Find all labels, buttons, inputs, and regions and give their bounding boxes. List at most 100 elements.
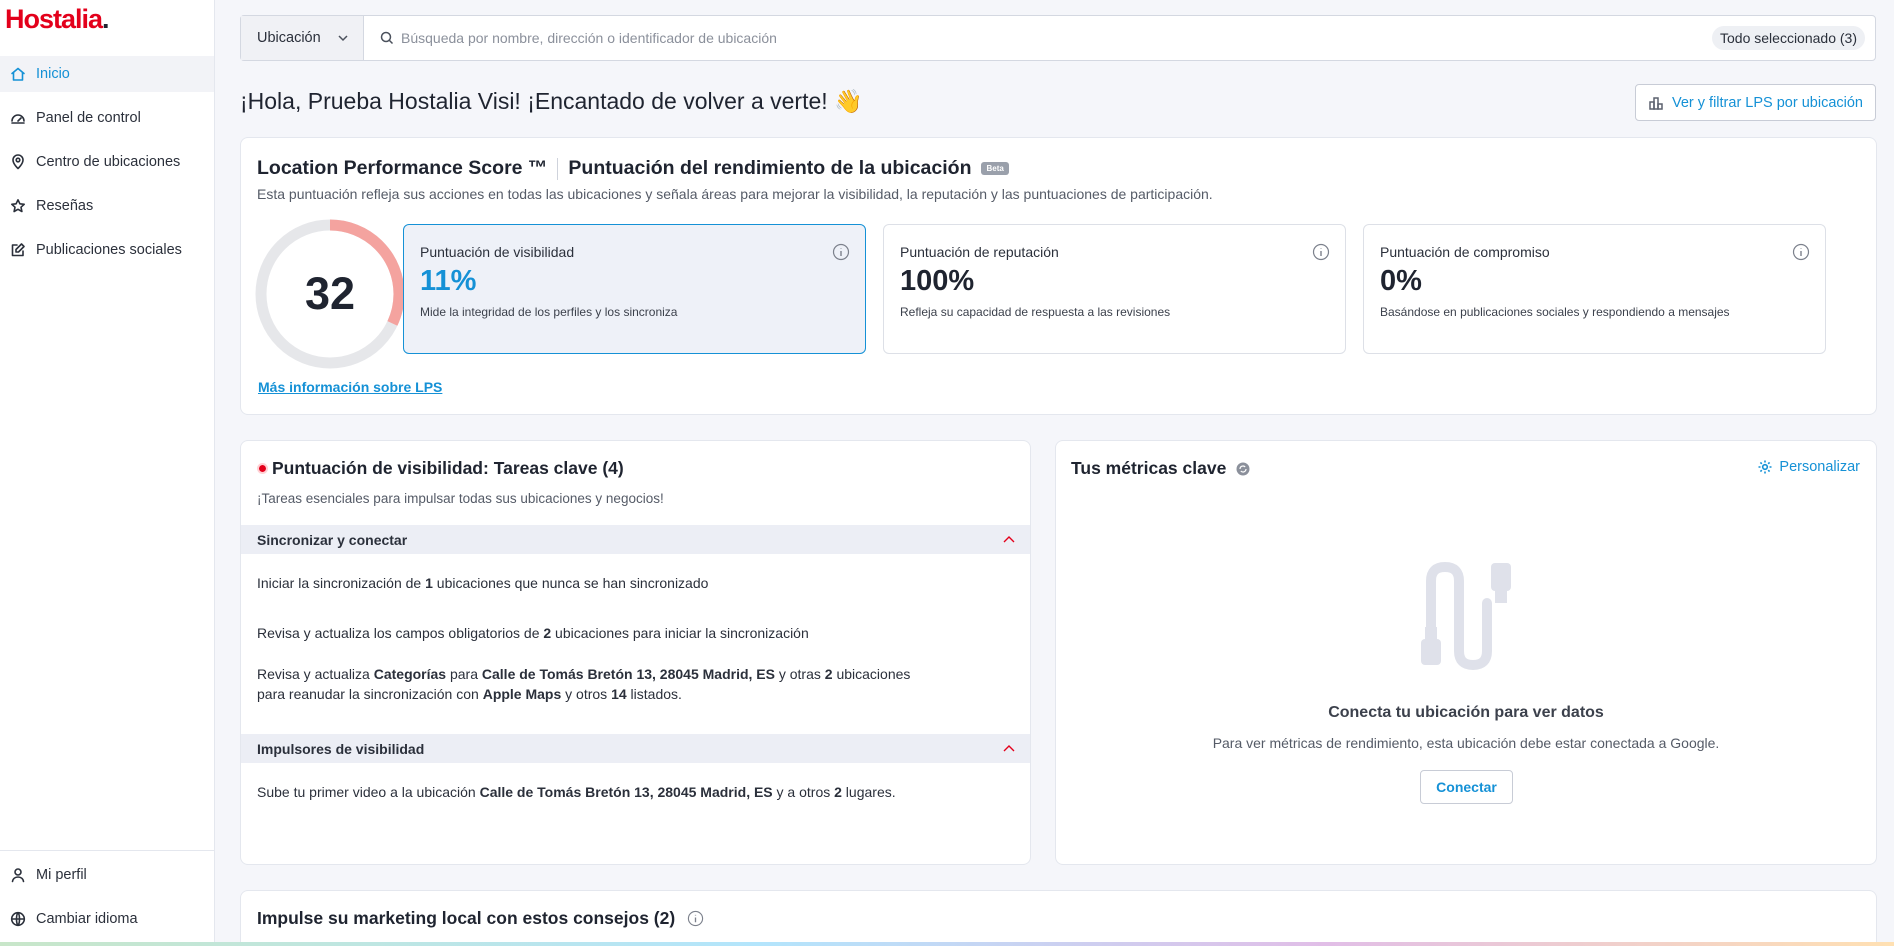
search-bar: Ubicación Todo seleccionado (3): [240, 15, 1876, 61]
greeting-heading: ¡Hola, Prueba Hostalia Visi! ¡Encantado …: [240, 88, 863, 115]
lps-score-value: 32: [304, 268, 356, 319]
connect-button[interactable]: Conectar: [1420, 770, 1513, 804]
chevron-down-icon: [338, 35, 348, 42]
wave-emoji: 👋: [834, 89, 863, 115]
reputation-score-card[interactable]: Puntuación de reputación 100% Refleja su…: [883, 224, 1346, 354]
location-pin-icon: [8, 152, 28, 172]
score-value: 11%: [420, 265, 477, 297]
task-item[interactable]: Revisa y actualiza Categorías para Calle…: [257, 665, 910, 704]
home-icon: [8, 64, 28, 84]
task-text: y a otros: [772, 784, 835, 800]
task-text: Revisa y actualiza: [257, 666, 374, 682]
info-icon[interactable]: [832, 243, 850, 261]
sidebar-item-mi-perfil[interactable]: Mi perfil: [0, 857, 214, 893]
customize-label: Personalizar: [1779, 459, 1860, 475]
section-title: Sincronizar y conectar: [257, 531, 408, 548]
task-count: 2: [824, 666, 833, 682]
search-input[interactable]: [401, 30, 1713, 46]
section-sync-connect[interactable]: Sincronizar y conectar: [241, 525, 1030, 554]
task-text: ubicaciones: [832, 666, 911, 682]
selection-badge[interactable]: Todo seleccionado (3): [1712, 26, 1865, 50]
score-value: 0%: [1380, 265, 1422, 297]
sidebar: Hostalia. Inicio Panel de control Centro…: [0, 0, 215, 946]
score-description: Basándose en publicaciones sociales y re…: [1380, 305, 1730, 319]
sidebar-item-cambiar-idioma[interactable]: Cambiar idioma: [0, 901, 214, 937]
sidebar-item-panel[interactable]: Panel de control: [0, 100, 214, 136]
tips-title-text: Impulse su marketing local con estos con…: [257, 908, 676, 928]
task-count: 2: [834, 784, 842, 800]
sync-icon[interactable]: [1236, 462, 1250, 476]
sidebar-item-label: Reseñas: [36, 198, 94, 214]
info-icon[interactable]: [687, 910, 704, 927]
sidebar-item-label: Mi perfil: [36, 867, 87, 883]
local-marketing-tips-card: Impulse su marketing local con estos con…: [240, 890, 1877, 946]
key-metrics-title: Tus métricas clave: [1071, 458, 1250, 479]
key-tasks-title: Puntuación de visibilidad: Tareas clave …: [257, 458, 624, 479]
bottom-strip: [0, 942, 1894, 946]
task-text: Iniciar la sincronización de: [257, 575, 426, 591]
key-tasks-subtitle: ¡Tareas esenciales para impulsar todas s…: [257, 491, 664, 506]
task-text: y otros: [561, 685, 612, 702]
task-text: para: [446, 666, 482, 682]
sidebar-item-publicaciones[interactable]: Publicaciones sociales: [0, 232, 214, 268]
sidebar-item-resenas[interactable]: Reseñas: [0, 188, 214, 224]
engagement-score-card[interactable]: Puntuación de compromiso 0% Basándose en…: [1363, 224, 1826, 354]
sidebar-item-ubicaciones[interactable]: Centro de ubicaciones: [0, 144, 214, 180]
task-listing: Apple Maps: [482, 685, 562, 702]
lps-description: Esta puntuación refleja sus acciones en …: [257, 186, 1213, 202]
info-icon[interactable]: [1312, 243, 1330, 261]
empty-state-description: Para ver métricas de rendimiento, esta u…: [1212, 735, 1720, 751]
visibility-score-card[interactable]: Puntuación de visibilidad 11% Mide la in…: [403, 224, 866, 354]
task-text: lugares.: [841, 784, 896, 800]
sidebar-divider: [0, 850, 214, 851]
search-type-dropdown[interactable]: Ubicación: [241, 16, 364, 60]
title-separator: [557, 157, 559, 180]
section-visibility-boosters[interactable]: Impulsores de visibilidad: [241, 734, 1030, 763]
lps-title-en: Location Performance Score ™: [257, 157, 548, 179]
gear-icon: [1758, 460, 1772, 474]
edit-post-icon: [8, 240, 28, 260]
task-item[interactable]: Revisa y actualiza los campos obligatori…: [257, 624, 809, 644]
task-text: y otras: [774, 666, 825, 682]
key-tasks-card: Puntuación de visibilidad: Tareas clave …: [240, 440, 1031, 865]
task-item[interactable]: Sube tu primer video a la ubicación Call…: [257, 783, 896, 803]
dashboard-icon: [8, 108, 28, 128]
score-value: 100%: [900, 265, 975, 297]
chevron-up-icon: [1003, 536, 1015, 543]
task-text: ubicaciones que nunca se han sincronizad…: [432, 575, 709, 591]
empty-state-title: Conecta tu ubicación para ver datos: [1328, 704, 1604, 721]
lps-title: Location Performance Score ™ Puntuación …: [257, 157, 1009, 180]
task-text: listados.: [626, 685, 682, 702]
task-count: 1: [425, 575, 433, 591]
key-tasks-title-text: Puntuación de visibilidad: Tareas clave …: [272, 458, 624, 478]
info-icon[interactable]: [1792, 243, 1810, 261]
score-label: Puntuación de reputación: [900, 244, 1059, 260]
chevron-up-icon: [1003, 745, 1015, 752]
sidebar-item-label: Centro de ubicaciones: [36, 154, 181, 170]
task-count: 14: [611, 685, 627, 702]
tips-title: Impulse su marketing local con estos con…: [257, 908, 704, 929]
search-type-label: Ubicación: [257, 30, 321, 46]
globe-icon: [8, 909, 28, 929]
sidebar-item-label: Publicaciones sociales: [36, 242, 182, 258]
task-item[interactable]: Iniciar la sincronización de 1 ubicacion…: [257, 574, 708, 594]
score-label: Puntuación de visibilidad: [420, 244, 575, 260]
key-metrics-card: Tus métricas clave Personalizar Conecta …: [1055, 440, 1877, 865]
customize-button[interactable]: Personalizar: [1757, 459, 1860, 475]
sidebar-item-inicio[interactable]: Inicio: [0, 56, 214, 92]
lps-title-es: Puntuación del rendimiento de la ubicaci…: [568, 157, 972, 179]
task-text: Sube tu primer video a la ubicación: [257, 784, 480, 800]
beta-badge: Beta: [981, 162, 1009, 175]
task-text: Revisa y actualiza los campos obligatori…: [257, 625, 544, 641]
lps-more-info-link[interactable]: Más información sobre LPS: [258, 379, 442, 395]
task-count: 2: [543, 625, 552, 641]
plug-icon: [1421, 561, 1511, 671]
building-chart-icon: [1649, 96, 1663, 110]
filter-lps-button[interactable]: Ver y filtrar LPS por ubicación: [1635, 84, 1876, 121]
task-text: ubicaciones para iniciar la sincronizaci…: [551, 625, 809, 641]
greeting-text: ¡Hola, Prueba Hostalia Visi! ¡Encantado …: [240, 88, 828, 114]
sidebar-item-label: Panel de control: [36, 110, 141, 126]
score-label: Puntuación de compromiso: [1380, 244, 1550, 260]
hostalia-logo[interactable]: Hostalia.: [5, 4, 109, 35]
task-field: Categorías: [373, 666, 447, 682]
